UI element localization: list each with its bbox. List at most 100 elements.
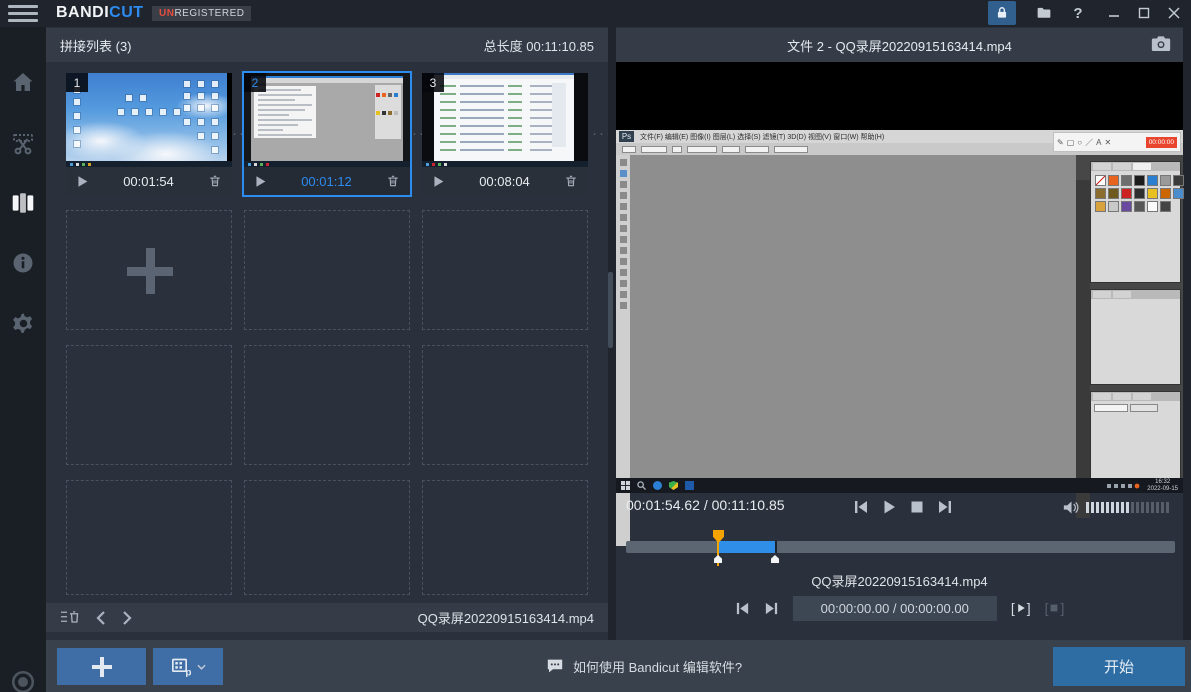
skip-end-button[interactable] xyxy=(937,499,953,515)
help-button[interactable]: ? xyxy=(1064,1,1092,25)
snapshot-camera-icon[interactable] xyxy=(1151,35,1171,52)
timeline-selected-segment[interactable] xyxy=(718,541,777,553)
clip-trash-icon[interactable] xyxy=(386,174,400,188)
segment-end-handle[interactable] xyxy=(771,555,779,563)
clip-card-3[interactable]: 3 00:08:04 xyxy=(422,73,588,195)
decor xyxy=(530,141,552,143)
sidebar-settings-gear-icon[interactable] xyxy=(0,303,46,343)
app-logo: BANDICUT xyxy=(56,4,144,22)
clip-play-icon[interactable] xyxy=(254,175,267,188)
preview-mode-button[interactable]: p xyxy=(153,648,223,685)
clear-list-icon[interactable] xyxy=(60,610,80,625)
clip-play-icon[interactable] xyxy=(76,175,89,188)
segment-start-handle[interactable] xyxy=(714,555,722,563)
open-folder-button[interactable] xyxy=(1030,1,1058,25)
register-lock-button[interactable] xyxy=(988,1,1016,25)
empty-slot xyxy=(244,210,410,330)
clip-card-1[interactable]: 1 00:01:54 xyxy=(66,73,232,195)
clip-play-icon[interactable] xyxy=(432,175,445,188)
volume-bar xyxy=(1146,502,1149,513)
decor xyxy=(184,93,190,99)
frame-clock: 16:322022-09-15 xyxy=(1107,479,1178,493)
clock-time: 16:32 xyxy=(1155,479,1170,485)
bottom-bar: p 如何使用 Bandicut 编辑软件? 开始 xyxy=(46,640,1191,692)
splice-list-title: 拼接列表 (3) xyxy=(60,36,132,55)
empty-slot xyxy=(66,345,232,465)
decor xyxy=(212,147,218,153)
ellipse-icon: ○ xyxy=(1077,138,1082,147)
decor xyxy=(1160,175,1171,186)
preview-panel: 文件 2 - QQ录屏20220915163414.mp4 Ps 文件(F) 编… xyxy=(616,27,1183,640)
decor xyxy=(1095,175,1106,186)
start-button[interactable]: 开始 xyxy=(1053,647,1185,686)
video-frame: Ps 文件(F) 编辑(E) 图像(I) 图层(L) 选择(S) 滤镜(T) 3… xyxy=(616,130,1183,493)
skip-start-button[interactable] xyxy=(853,499,869,515)
add-file-button[interactable] xyxy=(57,648,146,685)
clip-trash-icon[interactable] xyxy=(564,174,578,188)
decor xyxy=(530,133,552,135)
decor xyxy=(460,125,504,127)
empty-slot-add[interactable] xyxy=(66,210,232,330)
clip-trash-icon[interactable] xyxy=(208,174,222,188)
minimize-button[interactable] xyxy=(1100,1,1128,25)
volume-bar xyxy=(1136,502,1139,513)
chevron-left-icon[interactable] xyxy=(96,611,106,625)
volume-bars[interactable] xyxy=(1086,502,1169,513)
decor xyxy=(440,141,456,143)
decor xyxy=(1108,175,1119,186)
segment-time-input[interactable]: 00:00:00.00 / 00:00:00.00 xyxy=(793,596,997,621)
decor xyxy=(198,119,204,125)
sidebar-cut-icon[interactable] xyxy=(0,124,46,164)
segment-prev-frame-button[interactable] xyxy=(735,601,750,616)
clip-card-2-selected[interactable]: 2 00:01:12 xyxy=(244,73,410,195)
bandicam-record-icon[interactable] xyxy=(0,662,46,692)
close-button[interactable] xyxy=(1160,1,1188,25)
decor xyxy=(440,117,456,119)
badge-un: UN xyxy=(159,8,174,19)
chevron-right-icon[interactable] xyxy=(122,611,132,625)
logo-text-accent: CUT xyxy=(109,4,143,21)
help-link[interactable]: 如何使用 Bandicut 编辑软件? xyxy=(546,640,742,692)
close-icon xyxy=(1168,7,1180,19)
menu-hamburger-icon[interactable] xyxy=(8,5,38,22)
film-preview-icon: p xyxy=(171,657,193,677)
segment-next-frame-button[interactable] xyxy=(764,601,779,616)
svg-text:p: p xyxy=(185,667,191,677)
clip-duration: 00:08:04 xyxy=(445,174,564,189)
play-segment-button[interactable]: [] xyxy=(1011,600,1031,616)
decor xyxy=(132,109,138,115)
decor xyxy=(146,109,152,115)
decor xyxy=(508,109,522,111)
decor xyxy=(440,93,456,95)
decor xyxy=(1121,188,1132,199)
play-button[interactable] xyxy=(881,499,897,515)
question-icon: ? xyxy=(1073,5,1082,22)
folder-icon xyxy=(1036,6,1052,20)
frame-taskbar: 16:322022-09-15 xyxy=(616,478,1183,493)
splice-list-scrollbar[interactable] xyxy=(608,272,613,348)
decor xyxy=(1147,188,1158,199)
decor xyxy=(460,141,504,143)
decor xyxy=(508,117,522,119)
badge-registered: REGISTERED xyxy=(174,8,244,19)
decor xyxy=(1134,175,1145,186)
clip-number: 1 xyxy=(66,73,88,92)
decor xyxy=(1147,201,1158,212)
maximize-button[interactable] xyxy=(1130,1,1158,25)
sidebar-info-icon[interactable] xyxy=(0,243,46,283)
sidebar-home-icon[interactable] xyxy=(0,62,46,102)
decor xyxy=(74,127,80,133)
decor xyxy=(198,93,204,99)
title-bar: BANDICUT UNREGISTERED ? xyxy=(0,0,1191,27)
decor xyxy=(508,85,522,87)
sidebar-join-icon[interactable] xyxy=(0,183,46,223)
stop-button[interactable] xyxy=(909,499,925,515)
video-viewport[interactable]: Ps 文件(F) 编辑(E) 图像(I) 图层(L) 选择(S) 滤镜(T) 3… xyxy=(616,62,1183,490)
decor xyxy=(508,93,522,95)
decor xyxy=(440,125,456,127)
volume-bar xyxy=(1151,502,1154,513)
volume-control[interactable] xyxy=(1063,500,1169,515)
decor xyxy=(184,105,190,111)
decor xyxy=(508,101,522,103)
timeline-track[interactable] xyxy=(626,541,1175,553)
